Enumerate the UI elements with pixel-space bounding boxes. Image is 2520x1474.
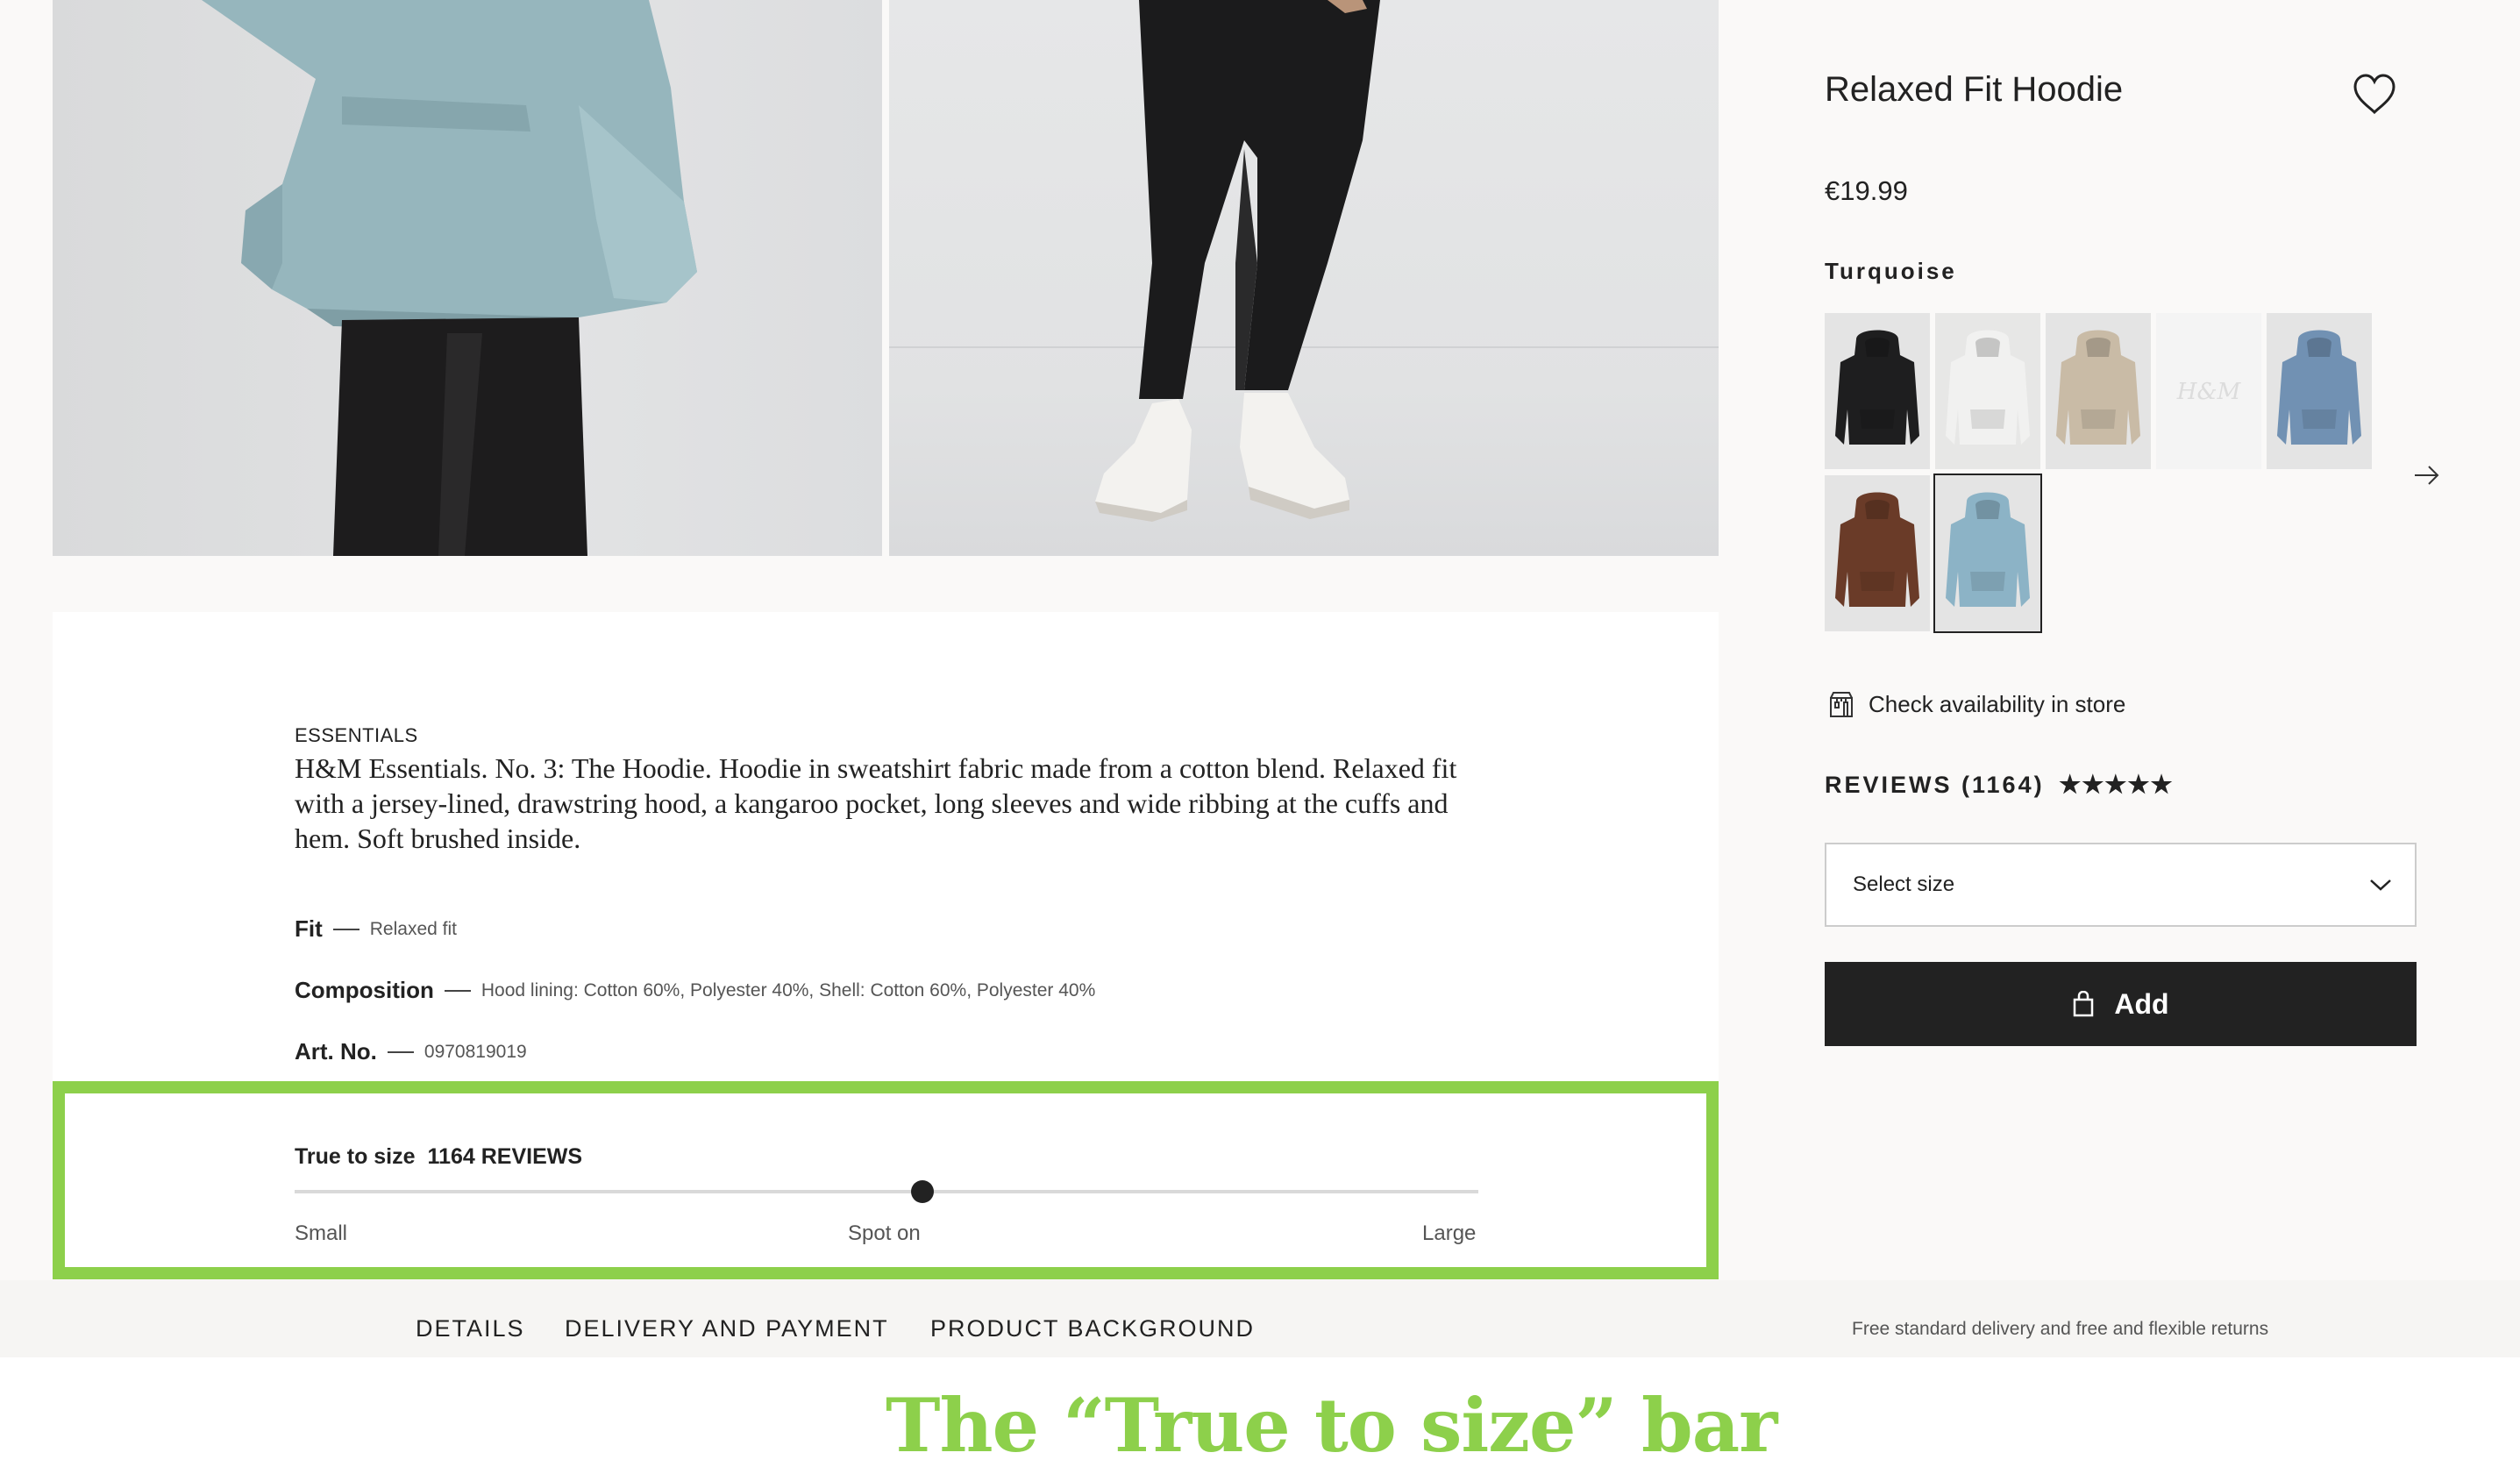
caption-banner: The “True to size” bar	[0, 1357, 2520, 1474]
color-swatch-placeholder[interactable]: H&M	[2156, 313, 2261, 469]
hoodie-thumbnail	[2267, 313, 2372, 469]
description-text: H&M Essentials. No. 3: The Hoodie. Hoodi…	[295, 752, 1457, 854]
selected-color-name: Turquoise	[1825, 258, 1957, 284]
star-rating: ★★★★★	[2059, 771, 2174, 798]
add-to-bag-button[interactable]: Add	[1825, 962, 2417, 1046]
spec-composition: Composition Hood lining: Cotton 60%, Pol…	[295, 977, 1095, 1004]
tab-details[interactable]: DETAILS	[416, 1315, 525, 1342]
hoodie-thumbnail	[1825, 313, 1930, 469]
fit-scale-marker	[910, 1180, 934, 1203]
check-availability-label: Check availability in store	[1869, 690, 2126, 717]
chevron-down-icon	[2370, 879, 2391, 891]
color-swatch-beige[interactable]	[2046, 313, 2151, 469]
true-to-size-label: True to size	[295, 1144, 416, 1169]
heart-icon[interactable]	[2352, 72, 2397, 117]
color-swatch-blue[interactable]	[2267, 313, 2372, 469]
fit-scale-large-label: Large	[1422, 1221, 1477, 1245]
delivery-note: Free standard delivery and free and flex…	[1852, 1319, 2269, 1339]
hoodie-thumbnail	[1825, 475, 1930, 631]
color-swatch-black[interactable]	[1825, 313, 1930, 469]
size-select-label: Select size	[1853, 872, 1955, 896]
spec-art-no: Art. No. 0970819019	[295, 1038, 527, 1065]
category-label: ESSENTIALS	[295, 724, 418, 746]
store-icon	[1830, 692, 1853, 717]
spec-value: 0970819019	[424, 1041, 527, 1062]
pants-sneakers-illustration	[889, 0, 1719, 522]
spec-fit: Fit Relaxed fit	[295, 915, 457, 943]
add-button-label: Add	[2114, 987, 2169, 1020]
description-panel: ESSENTIALS H&M Essentials. No. 3: The Ho…	[53, 612, 1719, 1081]
true-to-size-box: True to size 1164 REVIEWS Small Spot on L…	[53, 1081, 1719, 1279]
spec-dash	[387, 1050, 414, 1053]
hm-logo-text: H&M	[2176, 379, 2242, 405]
caption-text: The “True to size” bar	[886, 1382, 1777, 1469]
product-title: Relaxed Fit Hoodie	[1825, 70, 2124, 109]
hoodie-thumbnail	[2046, 313, 2151, 469]
spec-value: Relaxed fit	[369, 918, 457, 939]
reviews-label: REVIEWS (1164)	[1825, 772, 2045, 798]
fit-scale-track	[295, 1190, 1478, 1193]
fit-scale-spot-on-label: Spot on	[848, 1221, 921, 1245]
spec-dash	[332, 928, 359, 930]
reviews-link[interactable]: REVIEWS (1164) ★★★★★	[1825, 770, 2174, 799]
shopping-bag-icon	[2074, 991, 2094, 1017]
product-price: €19.99	[1825, 175, 1908, 206]
true-to-size-heading: True to size 1164 REVIEWS	[295, 1144, 582, 1170]
review-count: 1164 REVIEWS	[427, 1144, 583, 1169]
color-swatch-white[interactable]	[1935, 313, 2040, 469]
spec-key: Art. No.	[295, 1038, 377, 1065]
spec-value: Hood lining: Cotton 60%, Polyester 40%, …	[481, 979, 1096, 1000]
color-swatch-brown[interactable]	[1825, 475, 1930, 631]
size-select[interactable]: Select size	[1825, 843, 2417, 927]
hoodie-side-illustration	[202, 0, 697, 556]
check-availability-link[interactable]: Check availability in store	[1828, 688, 2125, 720]
tab-product-background[interactable]: PRODUCT BACKGROUND	[930, 1315, 1255, 1342]
hoodie-thumbnail	[1935, 475, 2040, 631]
fit-scale-small-label: Small	[295, 1221, 348, 1245]
spec-dash	[444, 989, 471, 992]
product-image-front[interactable]	[889, 0, 1719, 556]
color-swatch-turquoise[interactable]	[1933, 474, 2042, 633]
hoodie-thumbnail: H&M	[2156, 313, 2261, 469]
info-tabs: DETAILS DELIVERY AND PAYMENT PRODUCT BAC…	[0, 1280, 2520, 1357]
hoodie-thumbnail	[1935, 313, 2040, 469]
tab-delivery-and-payment[interactable]: DELIVERY AND PAYMENT	[565, 1315, 889, 1342]
product-image-side[interactable]	[53, 0, 882, 556]
spec-key: Composition	[295, 977, 434, 1003]
arrow-right-icon[interactable]	[2413, 463, 2441, 488]
spec-key: Fit	[295, 915, 323, 942]
